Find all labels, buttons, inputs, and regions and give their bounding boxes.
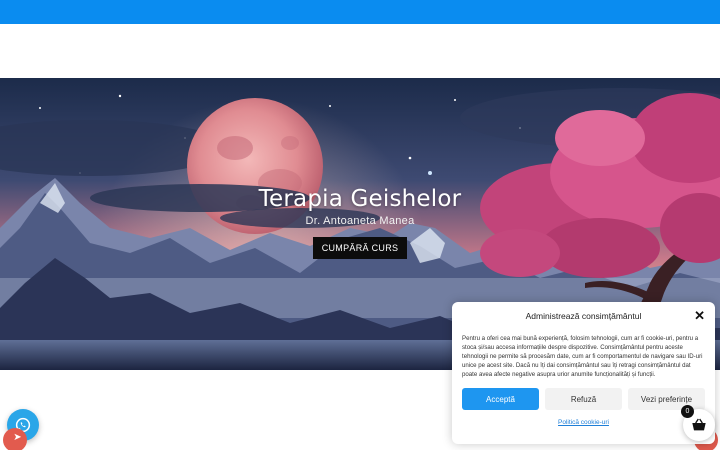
refuse-button[interactable]: Refuză: [545, 388, 622, 410]
preferences-button[interactable]: Vezi preferințe: [628, 388, 705, 410]
consent-title: Administrează consimțământul: [525, 311, 642, 321]
cookie-policy-link[interactable]: Politică cookie-uri: [462, 419, 705, 426]
page: Terapia Geishelor Dr. Antoaneta Manea CU…: [0, 0, 720, 450]
accept-button[interactable]: Acceptă: [462, 388, 539, 410]
consent-description: Pentru a oferi cea mai bună experiență, …: [462, 335, 703, 378]
site-header: [0, 24, 720, 78]
hero-subtitle: Dr. Antoaneta Manea: [305, 215, 415, 227]
cookie-consent-dialog: Administrează consimțământul ✕ Pentru a …: [452, 302, 715, 444]
close-icon[interactable]: ✕: [694, 309, 705, 322]
hero-title: Terapia Geishelor: [258, 186, 462, 212]
top-bar: [0, 0, 720, 24]
buy-course-button[interactable]: CUMPĂRĂ CURS: [312, 237, 408, 259]
cart-count-badge: 0: [681, 405, 694, 418]
chevron-up-icon: ➤: [13, 431, 22, 443]
hero-content: Terapia Geishelor Dr. Antoaneta Manea CU…: [0, 186, 720, 259]
shopping-basket-icon: [692, 418, 706, 431]
consent-button-row: Acceptă Refuză Vezi preferințe: [462, 388, 705, 410]
scroll-button-left[interactable]: ➤: [3, 428, 27, 450]
